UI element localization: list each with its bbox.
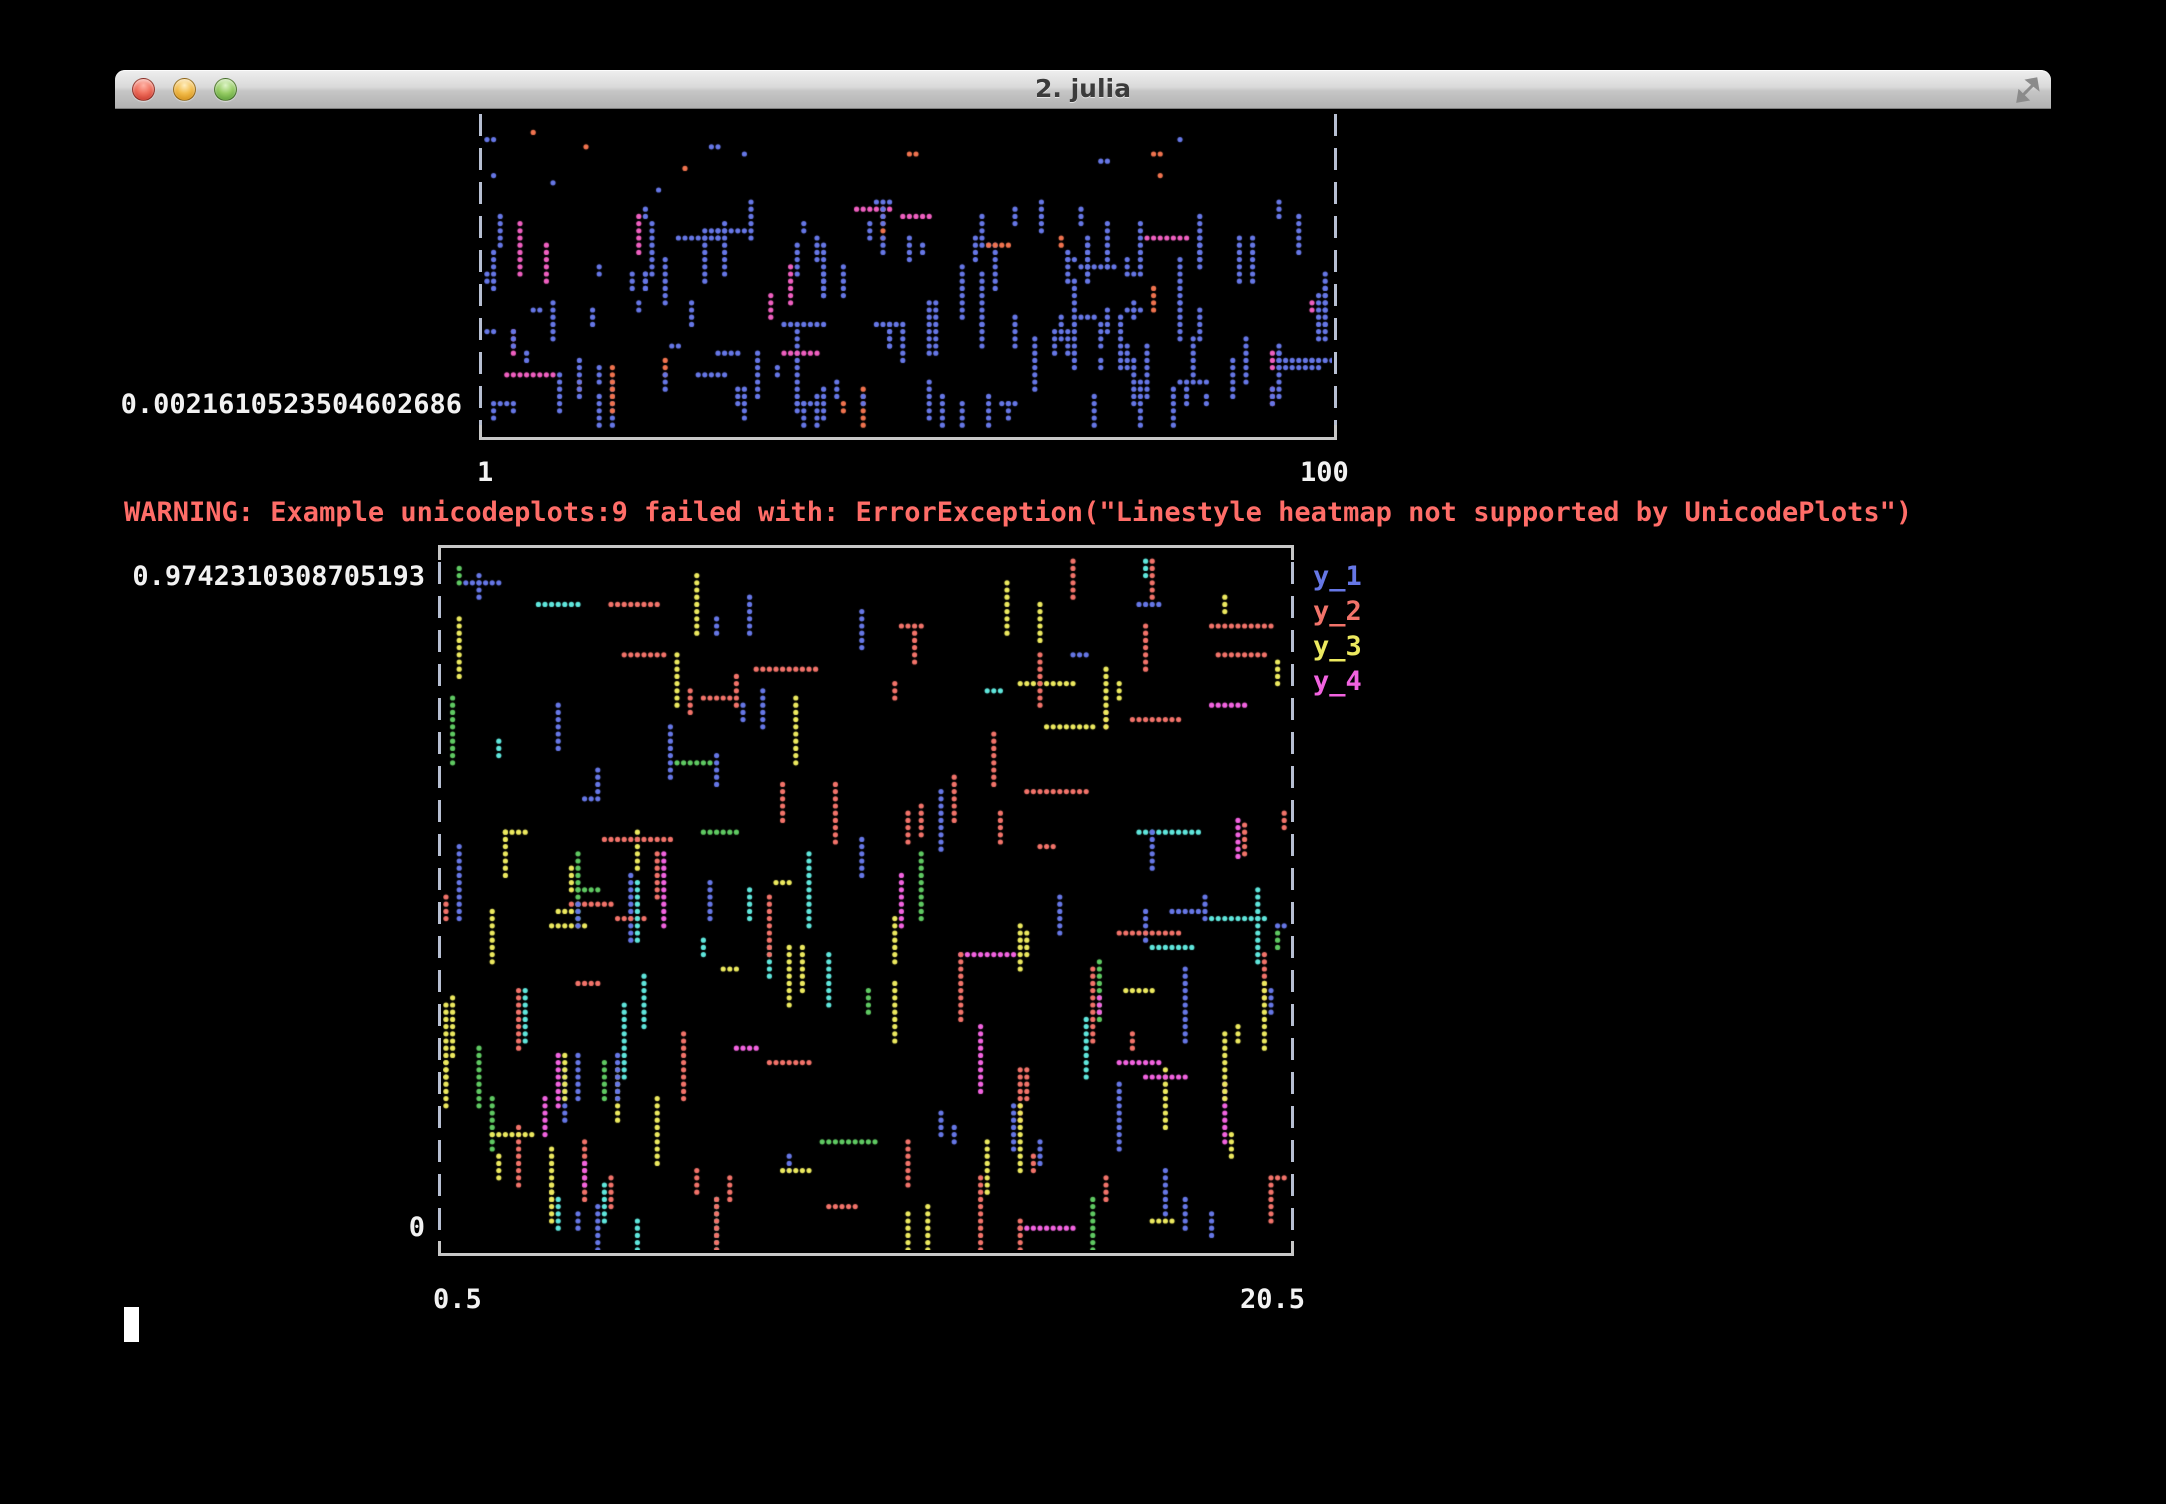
terminal-cursor: [124, 1307, 139, 1342]
plot2-corner-top-left: [438, 548, 441, 560]
legend-item-y4: y_4: [1313, 665, 1362, 699]
plot1-bottom-border: [479, 437, 1337, 440]
plot2-bottom-border: [438, 1253, 1294, 1256]
plot2-corner-bottom-right: [1291, 1241, 1294, 1253]
plot1-corner-left: [479, 425, 482, 437]
legend-item-y3: y_3: [1313, 630, 1362, 664]
plot2-left-border: [438, 562, 441, 1241]
plot2-x-max-label: 20.5: [1240, 1283, 1305, 1317]
warning-message: WARNING: Example unicodeplots:9 failed w…: [124, 496, 1912, 530]
plot2-y-max-label: 0.9742310308705193: [105, 560, 425, 594]
plot1-right-border: [1334, 114, 1337, 425]
plot1-x-max-label: 100: [1300, 456, 1349, 490]
plot2-y-min-label: 0: [105, 1211, 425, 1245]
legend-item-y2: y_2: [1313, 595, 1362, 629]
plot2-corner-top-right: [1291, 548, 1294, 560]
plot2-x-min-label: 0.5: [433, 1283, 482, 1317]
plot1-left-border: [479, 114, 482, 425]
legend-item-y1: y_1: [1313, 560, 1362, 594]
plot1-dots-canvas: [484, 114, 1332, 432]
plot2-corner-bottom-left: [438, 1241, 441, 1253]
terminal-content[interactable]: 0.0021610523504602686 1 100 WARNING: Exa…: [0, 0, 2166, 1504]
plot2-top-border: [438, 545, 1294, 548]
plot2-dots-canvas: [443, 550, 1289, 1250]
plot1-corner-right: [1334, 425, 1337, 437]
plot2-right-border: [1291, 562, 1294, 1241]
plot1-x-min-label: 1: [477, 456, 493, 490]
plot1-y-label: 0.0021610523504602686: [120, 388, 462, 422]
